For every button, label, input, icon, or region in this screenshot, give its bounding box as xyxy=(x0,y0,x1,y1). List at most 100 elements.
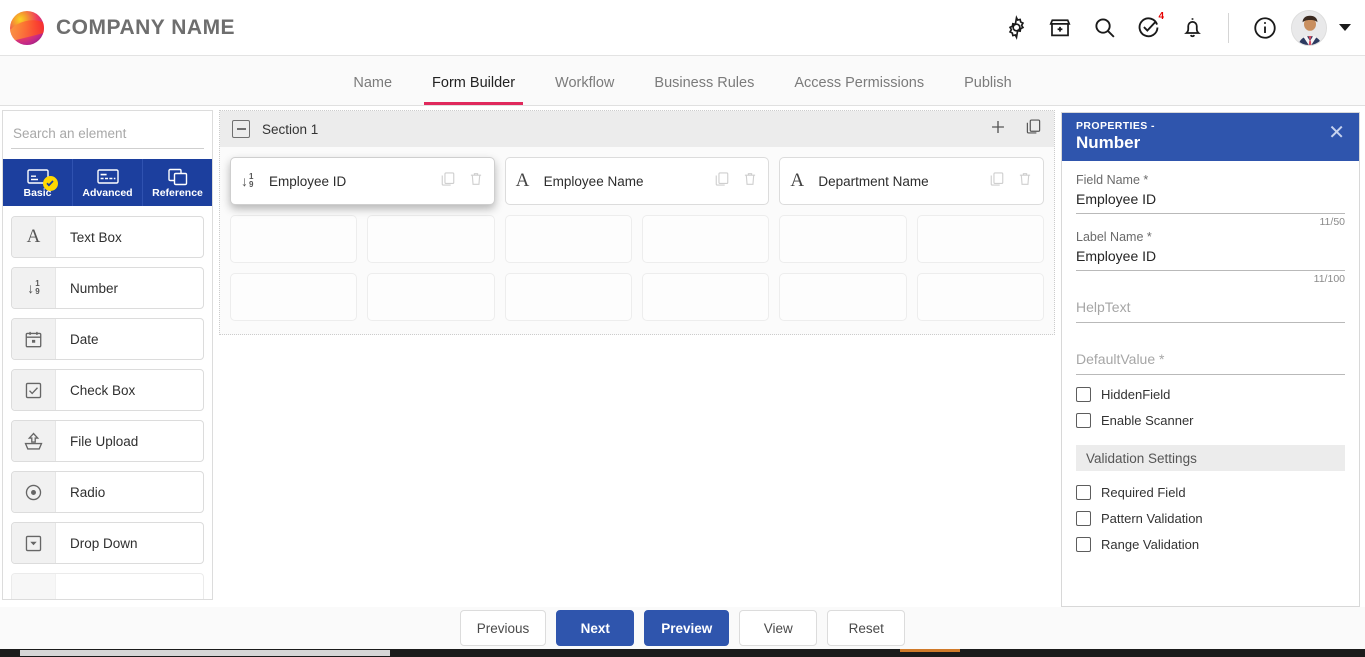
preview-button[interactable]: Preview xyxy=(644,610,730,646)
default-value-group: DefaultValue * xyxy=(1076,345,1345,375)
tab-publish[interactable]: Publish xyxy=(944,75,1032,105)
checkbox-enable-scanner[interactable]: Enable Scanner xyxy=(1076,407,1345,433)
copy-field-icon[interactable] xyxy=(714,171,730,192)
profile-chevron-down-icon[interactable] xyxy=(1339,24,1351,31)
delete-field-icon[interactable] xyxy=(742,171,758,192)
properties-header: PROPERTIES - Number ✕ xyxy=(1062,113,1359,161)
delete-field-icon[interactable] xyxy=(468,171,484,192)
scrollbar-thumb[interactable] xyxy=(20,650,390,656)
palette-item-drop-down[interactable]: Drop Down xyxy=(11,522,204,564)
form-builder-app: COMPANY NAME 4 Name Form Builder Workflo… xyxy=(0,0,1365,657)
palette-item-date[interactable]: Date xyxy=(11,318,204,360)
element-palette-sidebar: Basic Advanced Reference xyxy=(2,110,213,600)
previous-button[interactable]: Previous xyxy=(459,610,547,646)
label-name-input[interactable]: Employee ID xyxy=(1076,244,1345,271)
collapse-section-icon[interactable] xyxy=(232,120,250,138)
checkbox-hidden-field[interactable]: HiddenField xyxy=(1076,381,1345,407)
canvas-field-employee-name[interactable]: A Employee Name xyxy=(504,157,770,205)
copy-field-icon[interactable] xyxy=(989,171,1005,192)
canvas-field-department-name[interactable]: A Department Name xyxy=(779,157,1045,205)
label-name-counter: 11/100 xyxy=(1313,273,1345,285)
tab-business-rules[interactable]: Business Rules xyxy=(634,75,774,105)
palette-tab-basic[interactable]: Basic xyxy=(3,159,73,206)
palette-tab-advanced[interactable]: Advanced xyxy=(73,159,143,206)
checkbox-pattern-validation[interactable]: Pattern Validation xyxy=(1076,505,1345,531)
default-value-input[interactable]: DefaultValue * xyxy=(1076,345,1345,375)
field-name-counter: 11/50 xyxy=(1319,216,1346,228)
palette-item-radio[interactable]: Radio xyxy=(11,471,204,513)
properties-title: Number xyxy=(1076,133,1141,153)
palette-item-label: Check Box xyxy=(70,382,136,398)
checkbox-label: Enable Scanner xyxy=(1101,412,1194,428)
marketplace-icon[interactable] xyxy=(1038,0,1082,56)
empty-drop-slot[interactable] xyxy=(641,215,770,263)
search-input[interactable] xyxy=(11,121,204,149)
gear-icon[interactable] xyxy=(994,0,1038,56)
horizontal-scrollbar[interactable] xyxy=(0,649,1365,657)
checkbox-icon xyxy=(1076,484,1091,500)
validation-settings-header: Validation Settings xyxy=(1076,445,1345,471)
palette-item-label: File Upload xyxy=(70,433,139,449)
checkbox-label: Required Field xyxy=(1101,484,1186,500)
empty-drop-slot[interactable] xyxy=(916,215,1044,263)
view-button[interactable]: View xyxy=(739,610,818,646)
delete-field-icon[interactable] xyxy=(1017,171,1033,192)
tab-form-builder[interactable]: Form Builder xyxy=(412,75,535,105)
add-field-icon[interactable] xyxy=(989,118,1007,141)
palette-item-file-upload[interactable]: File Upload xyxy=(11,420,204,462)
checkbox-required-field[interactable]: Required Field xyxy=(1076,479,1345,505)
label-name-label: Label Name * xyxy=(1076,230,1152,244)
empty-drop-slot[interactable] xyxy=(641,273,770,321)
palette-category-tabs: Basic Advanced Reference xyxy=(3,159,212,206)
palette-item-label: Number xyxy=(70,280,119,296)
empty-drop-slot[interactable] xyxy=(230,215,358,263)
empty-drop-slot[interactable] xyxy=(367,273,495,321)
palette-tab-reference[interactable]: Reference xyxy=(143,159,212,206)
empty-drop-slot[interactable] xyxy=(916,273,1044,321)
help-text-input[interactable]: HelpText xyxy=(1076,293,1345,323)
upload-icon xyxy=(12,421,56,461)
search-icon[interactable] xyxy=(1082,0,1126,56)
palette-item-text-box[interactable]: A Text Box xyxy=(11,216,204,258)
palette-item-partial[interactable] xyxy=(11,573,204,599)
palette-tab-advanced-label: Advanced xyxy=(82,186,133,199)
checkbox-icon xyxy=(12,370,56,410)
properties-panel: PROPERTIES - Number ✕ Field Name * Emplo… xyxy=(1061,112,1360,607)
next-button[interactable]: Next xyxy=(556,610,635,646)
bell-icon[interactable] xyxy=(1170,0,1214,56)
footer-actions: Previous Next Preview View Reset xyxy=(0,607,1365,649)
field-name-input[interactable]: Employee ID xyxy=(1076,187,1345,214)
avatar[interactable] xyxy=(1291,9,1327,46)
checkbox-range-validation[interactable]: Range Validation xyxy=(1076,531,1345,557)
empty-drop-slot[interactable] xyxy=(779,215,907,263)
info-icon[interactable] xyxy=(1243,0,1287,56)
palette-item-label: Text Box xyxy=(70,229,122,245)
empty-drop-slot[interactable] xyxy=(230,273,358,321)
header-actions: 4 xyxy=(994,0,1365,56)
app-header: COMPANY NAME 4 xyxy=(0,0,1365,56)
palette-item-number[interactable]: ↓ 1 9 Number xyxy=(11,267,204,309)
canvas-field-employee-id[interactable]: ↓ 1 9 Employee ID xyxy=(230,157,495,205)
form-canvas: Section 1 ↓ 1 9 Employee ID A Employee N… xyxy=(219,110,1055,335)
reset-button[interactable]: Reset xyxy=(827,610,906,646)
checkbox-label: Pattern Validation xyxy=(1101,510,1203,526)
palette-item-check-box[interactable]: Check Box xyxy=(11,369,204,411)
field-row: ↓ 1 9 Employee ID A Employee Name A Depa… xyxy=(230,157,1045,205)
checkbox-icon xyxy=(1076,510,1091,526)
empty-drop-slot[interactable] xyxy=(504,273,632,321)
tab-access-permissions[interactable]: Access Permissions xyxy=(774,75,944,105)
copy-field-icon[interactable] xyxy=(440,171,456,192)
tab-workflow[interactable]: Workflow xyxy=(535,75,634,105)
tab-name[interactable]: Name xyxy=(333,75,412,105)
field-actions xyxy=(714,171,758,192)
close-icon[interactable]: ✕ xyxy=(1326,121,1347,145)
task-check-icon[interactable]: 4 xyxy=(1126,0,1170,56)
empty-drop-slot[interactable] xyxy=(779,273,907,321)
field-name-label: Field Name * xyxy=(1076,173,1149,187)
label-name-group: Label Name * Employee ID 11/100 xyxy=(1076,230,1345,285)
empty-drop-slot[interactable] xyxy=(504,215,632,263)
empty-drop-slot[interactable] xyxy=(367,215,495,263)
properties-body: Field Name * Employee ID 11/50 Label Nam… xyxy=(1062,161,1359,557)
element-list: A Text Box ↓ 1 9 Number Date Check Box F… xyxy=(3,206,212,599)
copy-section-icon[interactable] xyxy=(1025,118,1042,140)
